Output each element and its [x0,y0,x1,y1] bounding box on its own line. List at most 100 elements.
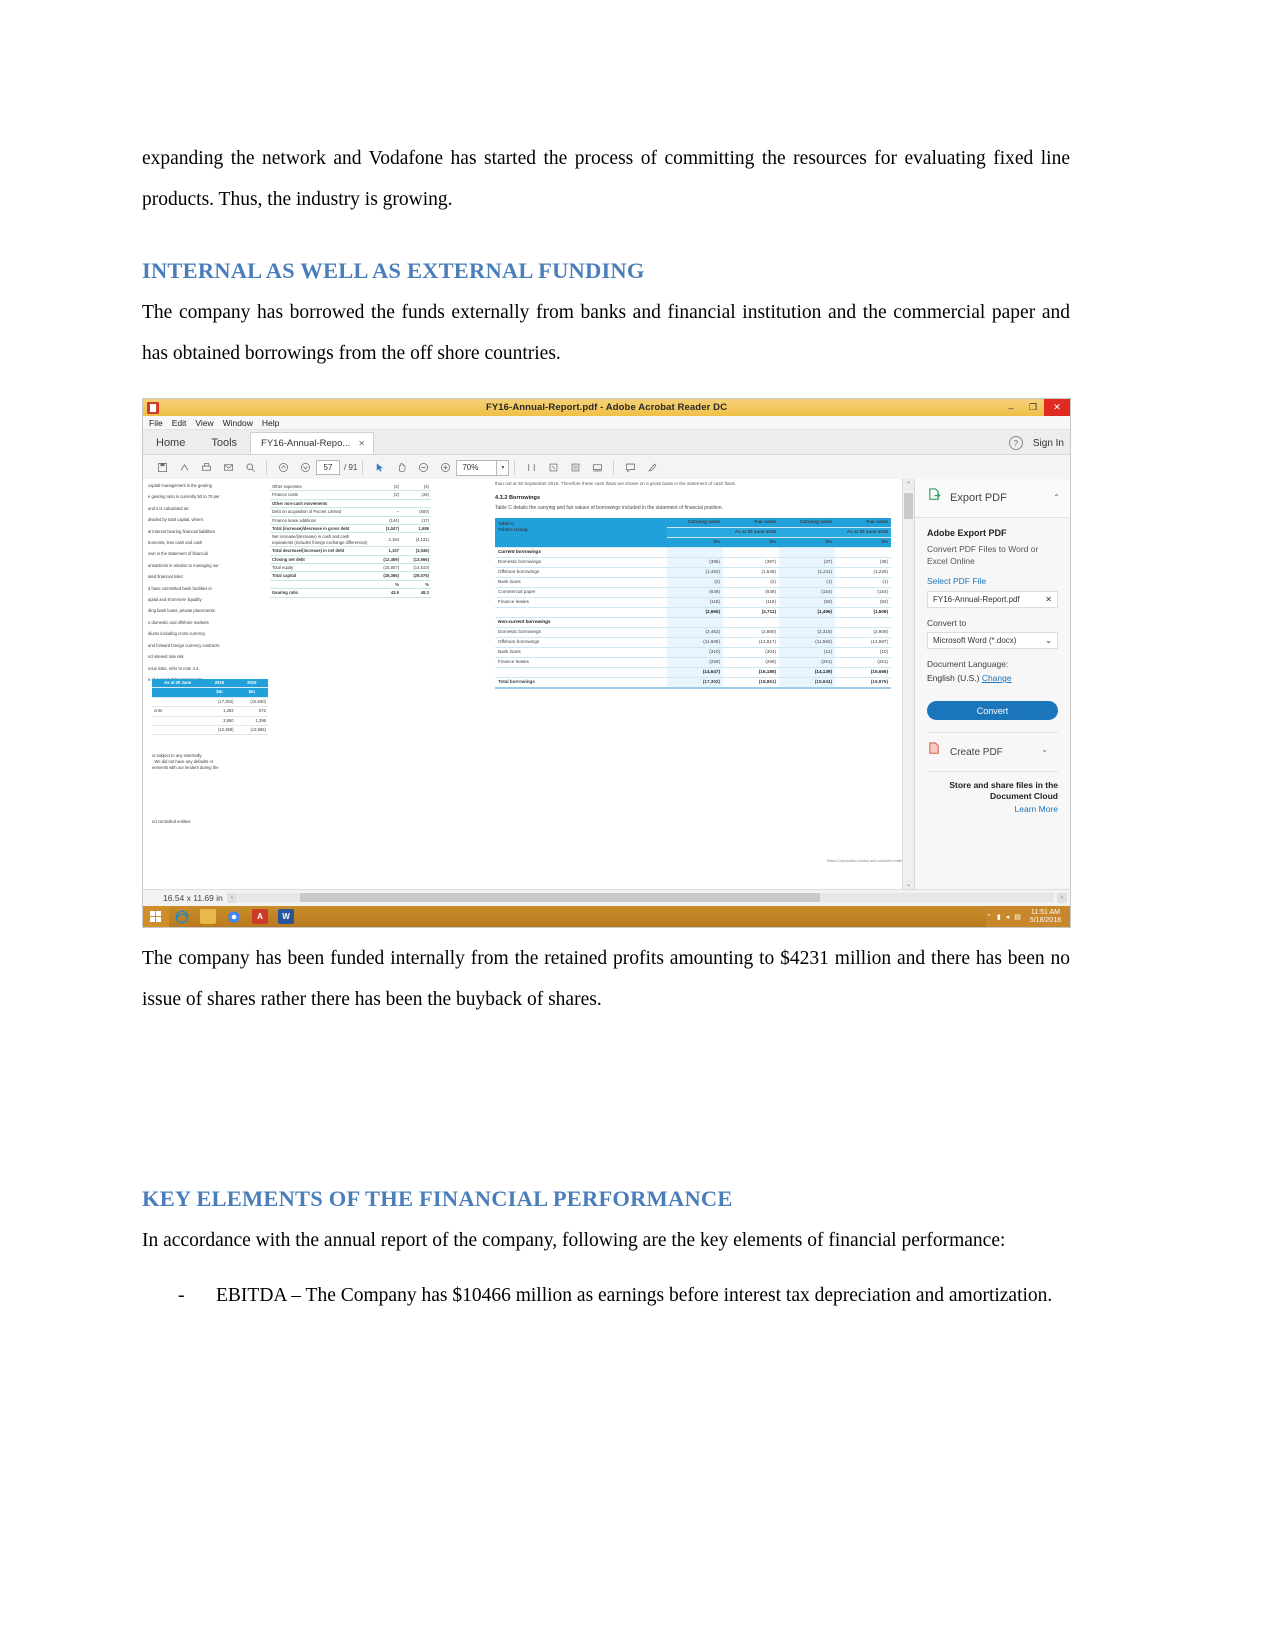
acrobat-icon[interactable]: A [247,906,273,927]
table-row: Bank loans (310) (304) (12) (10) [495,647,891,658]
convert-button[interactable]: Convert [927,701,1058,720]
save-icon[interactable] [151,457,173,479]
highlight-icon[interactable] [641,457,663,479]
menu-item-view[interactable]: View [195,418,213,428]
tab-tools[interactable]: Tools [198,433,250,454]
scroll-left-icon[interactable]: ‹ [227,893,237,903]
zoom-out-icon[interactable] [412,457,434,479]
zoom-in-icon[interactable] [434,457,456,479]
fit-visible-icon[interactable] [564,457,586,479]
table-row: Other non-cash movements [270,499,431,509]
maximize-button[interactable]: ❐ [1022,399,1044,416]
page-number-input[interactable]: 57 [316,460,340,475]
close-button[interactable]: ✕ [1044,399,1070,416]
chevron-down-icon[interactable]: ⌄ [1041,745,1048,754]
comment-icon[interactable] [619,457,641,479]
table-section-row: Current borrowings [495,547,891,558]
table-row: Total (increase)/decrease in gross debt(… [270,524,431,534]
horizontal-scrollbar[interactable] [238,893,1054,902]
fit-width-icon[interactable] [520,457,542,479]
table-row: %% [270,580,431,590]
lp-para-3: divided by total capital, where: [148,517,205,523]
table-row: ents 1,293 672 [152,706,268,717]
select-tool-icon[interactable] [368,457,390,479]
hand-tool-icon[interactable] [390,457,412,479]
print-icon[interactable] [195,457,217,479]
list-item: - EBITDA – The Company has $10466 millio… [142,1275,1070,1316]
list-bullet-marker: - [178,1285,185,1306]
table-row: 3,550 1,396 [152,716,268,727]
table-row: Finance costs (2) (26) [270,490,431,500]
explorer-icon[interactable] [195,906,221,927]
document-vertical-scrollbar[interactable]: ⌃ ⌄ [902,479,914,890]
page-total-label: / 91 [344,463,358,472]
pdf-document-area[interactable]: capital management is the gearing e gear… [143,479,902,890]
menu-item-help[interactable]: Help [262,418,279,428]
chevron-down-icon[interactable]: ▾ [497,459,510,476]
word-icon[interactable]: W [273,906,299,927]
cell-label [152,697,204,708]
close-icon[interactable]: ✕ [1045,595,1052,604]
action-center-icon[interactable]: ▤ [1014,913,1021,921]
cell-v1: 1,107 [371,546,401,556]
fit-page-icon[interactable] [542,457,564,479]
close-icon[interactable]: ✕ [358,439,365,448]
lp-para-11: ding bank loans, private placements [148,608,215,614]
cell-label [495,607,667,618]
taskbar-clock[interactable]: 11:51 AM 5/18/2018 [1026,909,1065,925]
menu-item-window[interactable]: Window [223,418,253,428]
system-tray: ⌃ ▮ ◂ ▤ 11:51 AM 5/18/2018 [985,906,1070,927]
scroll-up-icon[interactable]: ⌃ [903,479,914,490]
next-page-icon[interactable] [294,457,316,479]
search-icon[interactable] [239,457,261,479]
lp-para-0: capital management is the gearing [148,483,213,488]
create-pdf-row[interactable]: Create PDF ⌄ [927,732,1058,771]
learn-more-link[interactable]: Learn More [927,804,1058,814]
menu-item-edit[interactable]: Edit [172,418,187,428]
help-icon[interactable]: ? [1008,436,1023,450]
edge-icon[interactable] [169,906,195,927]
email-icon[interactable] [217,457,239,479]
lp-para-1: e gearing ratio is currently 50 to 70 pe… [148,494,220,500]
create-pdf-label: Create PDF [950,746,1003,758]
convert-to-select[interactable]: Microsoft Word (*.docx) ⌄ [927,632,1058,649]
lp-foot-2: eements with our lenders during the [152,765,219,770]
cell-section-noncurrent: Non-current borrowings [495,617,667,628]
selected-pdf-file-field[interactable]: FY16-Annual-Report.pdf ✕ [927,591,1058,608]
cell-label: Other expenses [270,483,371,492]
document-language-value-row: English (U.S.) Change [927,673,1058,683]
cell-header-fair-2016: Fair value [723,517,779,528]
cell-v2: 672 [235,706,268,717]
cell-label: Offshore borrowings [495,567,667,578]
sign-in-button[interactable]: Sign In [1033,438,1064,449]
minimize-button[interactable]: – [1000,399,1022,416]
cell-v4: (154) [835,587,891,598]
prev-page-icon[interactable] [272,457,294,479]
network-icon[interactable]: ▮ [997,913,1001,921]
export-pdf-header[interactable]: Export PDF ⌃ [915,479,1070,518]
scrollbar-thumb[interactable] [904,493,913,519]
chevron-down-icon[interactable]: ⌄ [1045,636,1052,645]
cell-v2: (4) [401,483,431,492]
table-row: Bank loans (2) (2) (1) (1) [495,577,891,588]
store-share-section: Store and share files in the Document Cl… [927,771,1058,814]
chevron-up-icon[interactable]: ⌃ [1053,493,1060,502]
volume-icon[interactable]: ◂ [1006,913,1010,921]
menu-item-file[interactable]: File [149,418,163,428]
read-mode-icon[interactable] [586,457,608,479]
table-row: Total capital (28,366) (28,076) [270,571,431,581]
scroll-right-icon[interactable]: › [1057,893,1067,903]
tab-home[interactable]: Home [143,433,198,454]
windows-start-icon[interactable] [143,906,169,927]
tab-document[interactable]: FY16-Annual-Repo... ✕ [250,432,374,454]
zoom-level-input[interactable]: 70% [456,459,498,476]
cell-v1: % [371,580,401,590]
change-language-link[interactable]: Change [982,673,1012,683]
cell-label: Bank loans [495,647,667,658]
select-pdf-file-label[interactable]: Select PDF File [927,576,1058,586]
share-icon[interactable] [173,457,195,479]
show-hidden-icon[interactable]: ⌃ [986,913,992,921]
chrome-icon[interactable] [221,906,247,927]
scrollbar-thumb[interactable] [300,893,820,902]
cell-v2: (648) [723,587,779,598]
